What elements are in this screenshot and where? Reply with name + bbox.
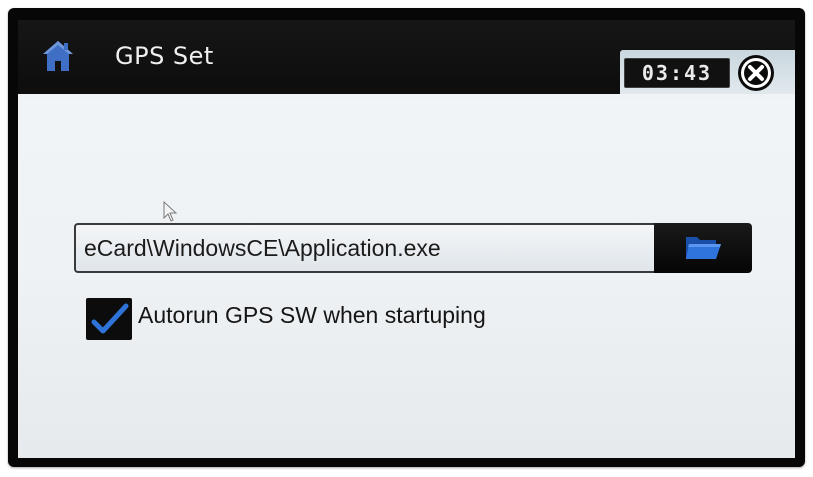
screen: GPS Set 03:43 eCard\WindowsCE\Applicatio… — [18, 20, 795, 458]
autorun-checkbox[interactable] — [86, 298, 132, 340]
autorun-label: Autorun GPS SW when startuping — [138, 301, 486, 328]
application-path-field[interactable]: eCard\WindowsCE\Application.exe — [74, 223, 654, 273]
close-button[interactable] — [738, 55, 774, 91]
folder-open-icon — [686, 237, 721, 259]
device-bezel: GPS Set 03:43 eCard\WindowsCE\Applicatio… — [8, 8, 805, 467]
checkmark-icon — [91, 303, 129, 334]
close-icon — [741, 58, 771, 88]
autorun-option[interactable]: Autorun GPS SW when startuping — [86, 296, 486, 342]
window-title: GPS Set — [115, 42, 214, 70]
clock-display: 03:43 — [624, 58, 730, 88]
home-icon[interactable] — [40, 38, 76, 74]
application-path-value: eCard\WindowsCE\Application.exe — [84, 234, 441, 261]
browse-button[interactable] — [654, 223, 752, 273]
pointer-icon — [163, 201, 178, 222]
